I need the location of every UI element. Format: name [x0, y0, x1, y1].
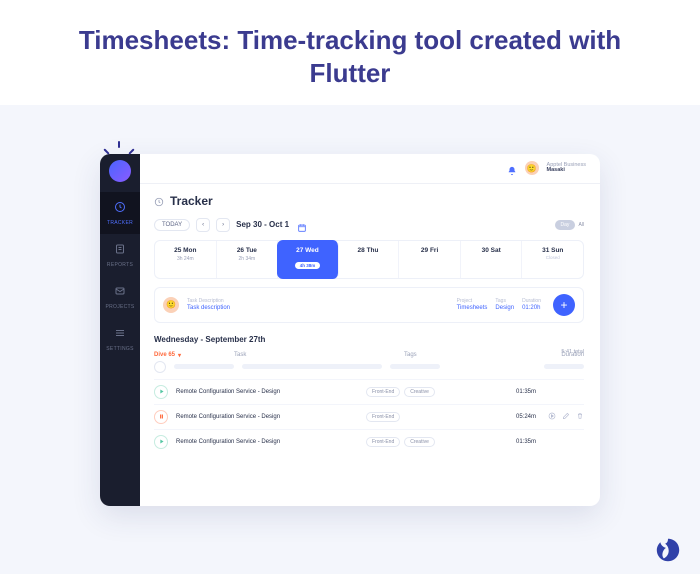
sidebar-item-label: PROJECTS [105, 304, 134, 310]
calendar-icon[interactable] [297, 220, 307, 230]
sidebar-item-label: REPORTS [107, 262, 133, 268]
sidebar-item-label: SETTINGS [106, 346, 133, 352]
sidebar-item-reports[interactable]: REPORTS [100, 234, 140, 276]
brand-mark [654, 536, 682, 564]
pause-icon[interactable] [154, 410, 168, 424]
report-icon [114, 242, 126, 260]
day-cell[interactable]: 28 Thu [338, 241, 400, 278]
entry-tags[interactable]: Tags Design [495, 298, 514, 311]
week-strip: 25 Mon3h 24m26 Tue2h 34m27 Wed4h 38m28 T… [154, 240, 584, 279]
sidebar-item-settings[interactable]: SETTINGS [100, 318, 140, 360]
tag-chip: Front-End [366, 412, 400, 422]
breadcrumb: Apptel Business Masaki [547, 163, 586, 174]
date-controls: TODAY ‹ › Sep 30 - Oct 1 Day All [154, 218, 584, 232]
new-entry-row: 🙂 Task Description Task description Proj… [154, 287, 584, 323]
mail-icon [114, 284, 126, 302]
edit-icon[interactable] [562, 412, 570, 422]
page-headline: Timesheets: Time-tracking tool created w… [0, 0, 700, 105]
entry-project[interactable]: Project Timesheets [457, 298, 488, 311]
list-header: Dive 65 ▾ Task Tags Duration [154, 352, 584, 359]
add-entry-button[interactable]: + [553, 294, 575, 316]
sidebar: TRACKER REPORTS PROJECTS SETTINGS [100, 154, 140, 506]
bell-icon[interactable] [507, 163, 517, 173]
avatar[interactable]: 🙂 [525, 161, 539, 175]
day-cell[interactable]: 26 Tue2h 34m [217, 241, 279, 278]
task-row[interactable]: Remote Configuration Service - DesignFro… [154, 429, 584, 454]
day-cell[interactable]: 25 Mon3h 24m [155, 241, 217, 278]
entry-description[interactable]: Task Description Task description [187, 298, 449, 311]
person-filter[interactable]: Dive 65 ▾ [154, 352, 234, 359]
topbar: 🙂 Apptel Business Masaki [140, 154, 600, 184]
page-title: Tracker [154, 194, 584, 208]
stage-backdrop: TRACKER REPORTS PROJECTS SETTINGS [0, 105, 700, 574]
placeholder-row [154, 361, 584, 373]
main-panel: 🙂 Apptel Business Masaki Tracker TODAY ‹ [140, 154, 600, 506]
clock-icon [114, 200, 126, 218]
day-cell[interactable]: 30 Sat [461, 241, 523, 278]
next-button[interactable]: › [216, 218, 230, 232]
avatar: 🙂 [163, 297, 179, 313]
task-row[interactable]: Remote Configuration Service - DesignFro… [154, 404, 584, 429]
day-section-title: Wednesday - September 27th [154, 335, 584, 344]
task-row[interactable]: Remote Configuration Service - DesignFro… [154, 379, 584, 404]
sidebar-item-tracker[interactable]: TRACKER [100, 192, 140, 234]
clock-icon [154, 196, 164, 206]
play-icon[interactable] [154, 385, 168, 399]
sidebar-item-label: TRACKER [107, 220, 133, 226]
tag-chip: Front-End [366, 387, 400, 397]
tag-chip: Creative [404, 387, 435, 397]
prev-button[interactable]: ‹ [196, 218, 210, 232]
play-icon[interactable] [548, 412, 556, 422]
entry-duration[interactable]: Duration 01:20h [522, 298, 541, 311]
tag-chip: Front-End [366, 437, 400, 447]
date-range: Sep 30 - Oct 1 [236, 220, 289, 229]
trash-icon[interactable] [576, 412, 584, 422]
sidebar-item-projects[interactable]: PROJECTS [100, 276, 140, 318]
sparkle-decoration [106, 141, 132, 167]
app-window: TRACKER REPORTS PROJECTS SETTINGS [100, 154, 600, 506]
day-cell[interactable]: 31 SunClosed [522, 241, 583, 278]
chevron-down-icon: ▾ [178, 352, 181, 359]
view-toggle[interactable]: Day All [555, 220, 584, 230]
day-cell[interactable]: 29 Fri [399, 241, 461, 278]
tag-chip: Creative [404, 437, 435, 447]
today-button[interactable]: TODAY [154, 219, 190, 231]
content-area: Tracker TODAY ‹ › Sep 30 - Oct 1 Day All [140, 184, 600, 466]
day-cell[interactable]: 27 Wed4h 38m [277, 240, 339, 279]
stack-icon [114, 326, 126, 344]
play-icon[interactable] [154, 435, 168, 449]
